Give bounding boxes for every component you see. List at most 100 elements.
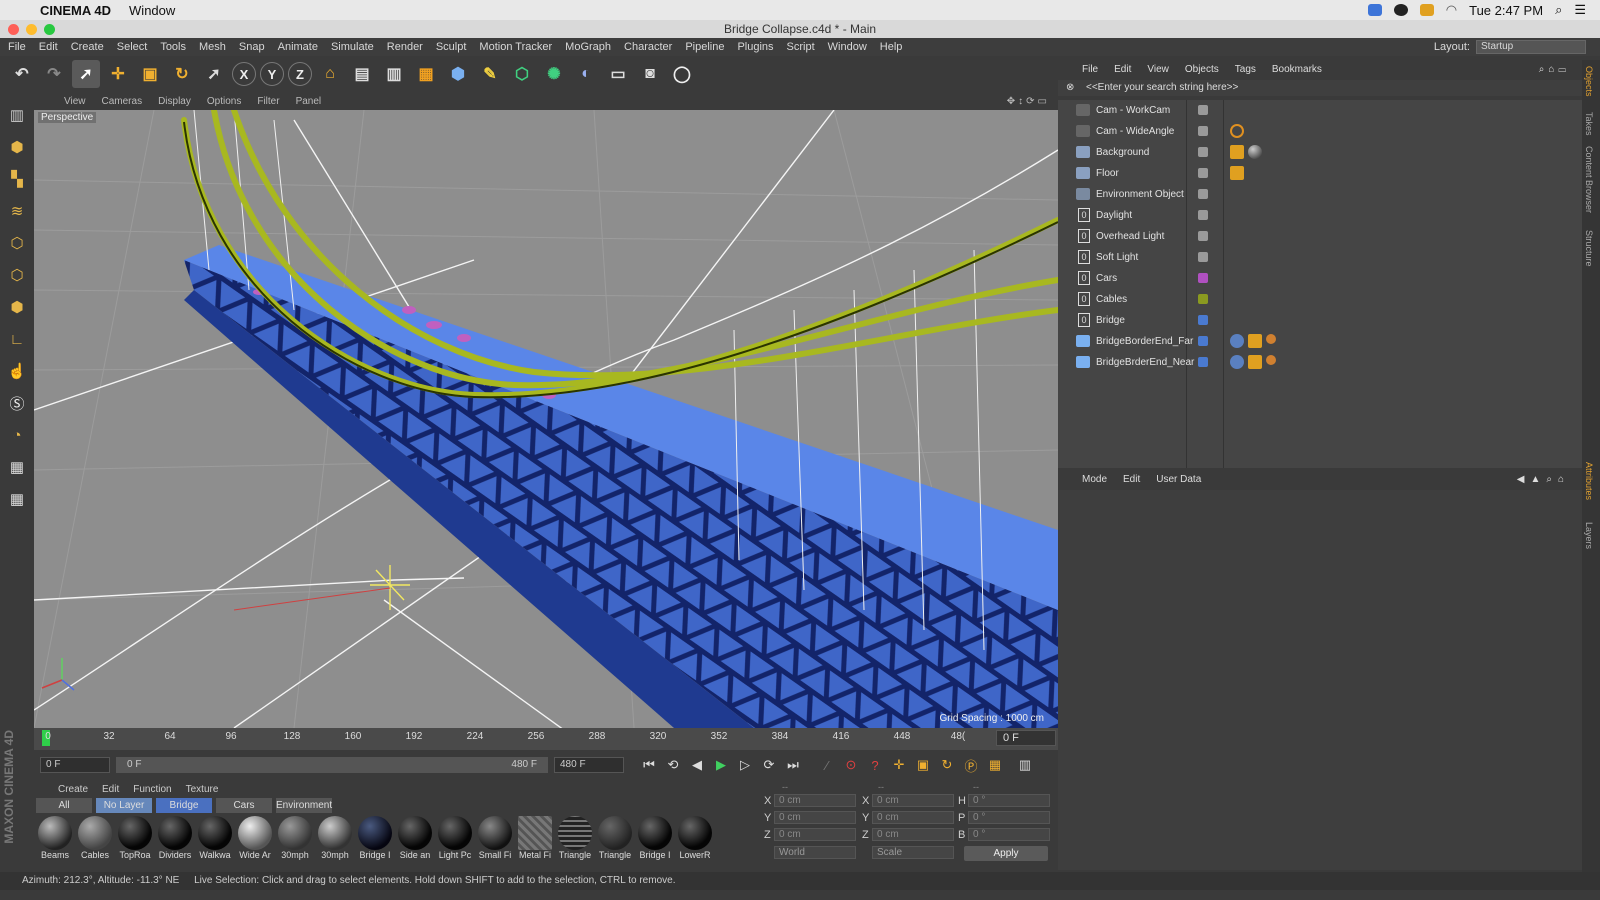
polygons-mode-icon[interactable]: ⬢ xyxy=(4,294,30,320)
menu-pipeline[interactable]: Pipeline xyxy=(685,41,724,53)
compositing-tag-icon[interactable] xyxy=(1230,166,1244,180)
wifi-icon[interactable]: ◠ xyxy=(1446,2,1457,18)
compositing-tag-icon[interactable] xyxy=(1230,145,1244,159)
layer-swatch[interactable] xyxy=(1198,189,1208,199)
menu-render[interactable]: Render xyxy=(387,41,423,53)
layer-swatch[interactable] xyxy=(1198,294,1208,304)
menu-tools[interactable]: Tools xyxy=(160,41,186,53)
size-z-field[interactable]: 0 cm xyxy=(872,828,954,841)
deformer-icon[interactable]: ◐ xyxy=(572,60,600,88)
points-mode-icon[interactable]: ⬡ xyxy=(4,230,30,256)
material-swatch[interactable]: Small Fi xyxy=(476,816,514,870)
close-search-icon[interactable]: ⊗ xyxy=(1066,80,1074,96)
menu-snap[interactable]: Snap xyxy=(239,41,265,53)
object-row[interactable]: 0 Bridge xyxy=(1058,310,1582,331)
object-row[interactable]: Background xyxy=(1058,142,1582,163)
tab-attributes[interactable]: Attributes xyxy=(1584,462,1594,500)
material-swatch[interactable]: TopRoa xyxy=(116,816,154,870)
cube-primitive-icon[interactable]: ⬢ xyxy=(444,60,472,88)
key-pla-icon[interactable]: ▦ xyxy=(984,754,1006,776)
y-axis-lock-icon[interactable]: Y xyxy=(260,62,284,86)
end-frame-field[interactable]: 480 F xyxy=(554,757,624,773)
redo-icon[interactable]: ↷ xyxy=(40,60,68,88)
previous-frame-icon[interactable]: ◀ xyxy=(686,754,708,776)
layer-swatch[interactable] xyxy=(1198,168,1208,178)
material-swatch[interactable]: Triangle xyxy=(556,816,594,870)
material-swatch[interactable]: Bridge I xyxy=(356,816,394,870)
move-tool-icon[interactable]: ✛ xyxy=(104,60,132,88)
timeline-window-icon[interactable]: ▥ xyxy=(1014,754,1036,776)
protection-tag-icon[interactable] xyxy=(1230,124,1244,138)
layer-swatch[interactable] xyxy=(1198,126,1208,136)
make-editable-icon[interactable]: ▥ xyxy=(4,102,30,128)
notification-center-icon[interactable]: ☰ xyxy=(1574,2,1586,18)
axis-mode-icon[interactable]: ∟ xyxy=(4,326,30,352)
key-rotation-icon[interactable]: ↻ xyxy=(936,754,958,776)
material-swatch[interactable]: Wide Ar xyxy=(236,816,274,870)
live-selection-icon[interactable]: ➚ xyxy=(72,60,100,88)
locked-workplane-icon[interactable]: ▦ xyxy=(4,486,30,512)
material-swatch[interactable]: 30mph xyxy=(276,816,314,870)
attr-menu-edit[interactable]: Edit xyxy=(1123,474,1140,485)
rotate-tool-icon[interactable]: ↻ xyxy=(168,60,196,88)
model-mode-icon[interactable]: ⬢ xyxy=(4,134,30,160)
z-axis-lock-icon[interactable]: Z xyxy=(288,62,312,86)
material-menu-create[interactable]: Create xyxy=(58,784,88,795)
layer-swatch[interactable] xyxy=(1198,231,1208,241)
spotlight-search-icon[interactable]: ⌕ xyxy=(1555,2,1562,18)
phong-tag-icon[interactable] xyxy=(1230,334,1244,348)
key-parameter-icon[interactable]: Ⓟ xyxy=(960,754,982,776)
layer-swatch[interactable] xyxy=(1198,105,1208,115)
om-menu-bookmarks[interactable]: Bookmarks xyxy=(1272,64,1322,75)
subdivision-surface-icon[interactable]: ⬡ xyxy=(508,60,536,88)
om-menu-objects[interactable]: Objects xyxy=(1185,64,1219,75)
key-position-icon[interactable]: ✛ xyxy=(888,754,910,776)
workplane-mode-icon[interactable]: ≋ xyxy=(4,198,30,224)
viewport-menu-view[interactable]: View xyxy=(64,96,86,107)
tweak-mode-icon[interactable]: ☝ xyxy=(4,358,30,384)
camera-icon[interactable]: ◙ xyxy=(636,60,664,88)
snapping-icon[interactable]: Ⓢ xyxy=(4,390,30,416)
object-row[interactable]: BridgeBrderEnd_Near xyxy=(1058,352,1582,373)
selection-tag-icon[interactable] xyxy=(1266,355,1276,365)
om-menu-view[interactable]: View xyxy=(1147,64,1169,75)
rotation-h-field[interactable]: 0 ° xyxy=(968,794,1050,807)
edges-mode-icon[interactable]: ⬡ xyxy=(4,262,30,288)
material-menu-function[interactable]: Function xyxy=(133,784,171,795)
menu-help[interactable]: Help xyxy=(880,41,903,53)
frame-range-slider[interactable]: 0 F 480 F xyxy=(116,757,548,773)
play-icon[interactable]: ▶ xyxy=(710,754,732,776)
scale-tool-icon[interactable]: ▣ xyxy=(136,60,164,88)
object-row[interactable]: BridgeBorderEnd_Far xyxy=(1058,331,1582,352)
layout-dropdown[interactable]: Startup xyxy=(1476,40,1586,54)
object-row[interactable]: Environment Object xyxy=(1058,184,1582,205)
position-x-field[interactable]: 0 cm xyxy=(774,794,856,807)
render-to-picture-viewer-icon[interactable]: ▥ xyxy=(380,60,408,88)
material-menu-edit[interactable]: Edit xyxy=(102,784,119,795)
compositing-tag-icon[interactable] xyxy=(1248,355,1262,369)
tab-structure[interactable]: Structure xyxy=(1584,230,1594,267)
viewport-menu-options[interactable]: Options xyxy=(207,96,241,107)
layer-swatch[interactable] xyxy=(1198,315,1208,325)
viewport-menu-filter[interactable]: Filter xyxy=(257,96,279,107)
om-header-icons[interactable]: ⌕⌂▭ xyxy=(1539,64,1582,75)
material-swatch[interactable]: Dividers xyxy=(156,816,194,870)
render-settings-icon[interactable]: ▦ xyxy=(412,60,440,88)
menu-select[interactable]: Select xyxy=(117,41,148,53)
start-frame-field[interactable]: 0 F xyxy=(40,757,110,773)
menu-simulate[interactable]: Simulate xyxy=(331,41,374,53)
next-frame-icon[interactable]: ▷ xyxy=(734,754,756,776)
object-row[interactable]: Cam - WorkCam xyxy=(1058,100,1582,121)
layer-swatch[interactable] xyxy=(1198,252,1208,262)
light-icon[interactable]: ◯ xyxy=(668,60,696,88)
coordinate-mode-dropdown[interactable]: World xyxy=(774,846,856,859)
size-y-field[interactable]: 0 cm xyxy=(872,811,954,824)
previous-key-icon[interactable]: ⟲ xyxy=(662,754,684,776)
object-row[interactable]: Floor xyxy=(1058,163,1582,184)
object-row[interactable]: 0 Cars xyxy=(1058,268,1582,289)
om-menu-edit[interactable]: Edit xyxy=(1114,64,1131,75)
viewport-menu-panel[interactable]: Panel xyxy=(296,96,322,107)
layer-swatch[interactable] xyxy=(1198,273,1208,283)
menu-motion-tracker[interactable]: Motion Tracker xyxy=(479,41,552,53)
material-tab-environment[interactable]: Environment xyxy=(276,798,332,813)
